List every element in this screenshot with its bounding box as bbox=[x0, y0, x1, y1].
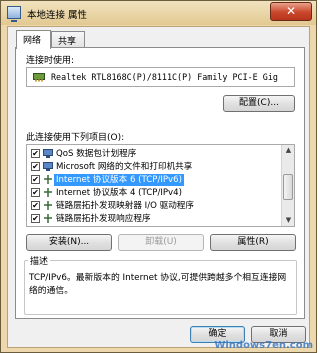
close-button[interactable]: ✕ bbox=[270, 2, 312, 21]
item-label: QoS 数据包计划程序 bbox=[56, 149, 137, 159]
properties-button[interactable]: 属性(R) bbox=[210, 234, 296, 251]
components-list[interactable]: ✔ QoS 数据包计划程序 ✔ Microsoft 网络的文件和打印机共享 ✔ … bbox=[26, 144, 295, 227]
network-connection-icon bbox=[7, 6, 21, 22]
properties-window: 本地连接 属性 ✕ 网络 共享 连接时使用: Realtek RTL8168C(… bbox=[0, 0, 317, 353]
scroll-down-arrow-icon[interactable]: ▼ bbox=[283, 215, 294, 226]
scroll-thumb[interactable] bbox=[283, 174, 293, 200]
configure-button[interactable]: 配置(C)... bbox=[223, 95, 295, 112]
item-label: 链路层拓扑发现响应程序 bbox=[56, 214, 151, 224]
adapter-name: Realtek RTL8168C(P)/8111C(P) Family PCI-… bbox=[51, 72, 278, 82]
protocol-icon bbox=[44, 201, 52, 210]
item-label: Internet 协议版本 6 (TCP/IPv6) bbox=[54, 174, 184, 186]
connect-using-label: 连接时使用: bbox=[26, 56, 75, 66]
description-text: TCP/IPv6。最新版本的 Internet 协议,可提供跨越多个相互连接网络… bbox=[29, 273, 287, 296]
list-item[interactable]: ✔ 链路层拓扑发现响应程序 bbox=[27, 213, 280, 225]
list-item[interactable]: ✔ 链路层拓扑发现映射器 I/O 驱动程序 bbox=[27, 200, 280, 212]
tab-sharing[interactable]: 共享 bbox=[51, 31, 85, 48]
checkbox[interactable]: ✔ bbox=[31, 214, 40, 223]
watermark: Windows7en.com bbox=[214, 340, 313, 351]
item-label: 链路层拓扑发现映射器 I/O 驱动程序 bbox=[56, 201, 194, 211]
window-title: 本地连接 属性 bbox=[27, 10, 88, 21]
list-item[interactable]: ✔ Internet 协议版本 4 (TCP/IPv4) bbox=[27, 187, 280, 199]
items-label: 此连接使用下列项目(O): bbox=[26, 133, 125, 143]
scroll-up-arrow-icon[interactable]: ▲ bbox=[283, 145, 294, 156]
checkbox[interactable]: ✔ bbox=[31, 188, 40, 197]
list-item[interactable]: ✔ QoS 数据包计划程序 bbox=[27, 148, 280, 160]
network-tab-panel: 连接时使用: Realtek RTL8168C(P)/8111C(P) Fami… bbox=[15, 47, 305, 319]
qos-icon bbox=[43, 149, 53, 158]
list-item-selected[interactable]: ✔ Internet 协议版本 6 (TCP/IPv6) bbox=[27, 174, 280, 186]
tab-network[interactable]: 网络 bbox=[16, 30, 51, 49]
title-bar[interactable]: 本地连接 属性 ✕ bbox=[1, 1, 316, 25]
description-group: 描述 TCP/IPv6。最新版本的 Internet 协议,可提供跨越多个相互连… bbox=[24, 254, 297, 315]
dialog-body: 网络 共享 连接时使用: Realtek RTL8168C(P)/8111C(P… bbox=[7, 26, 310, 348]
checkbox[interactable]: ✔ bbox=[31, 162, 40, 171]
list-scrollbar[interactable]: ▲ ▼ bbox=[281, 145, 294, 226]
item-label: Internet 协议版本 4 (TCP/IPv4) bbox=[56, 188, 182, 198]
install-button[interactable]: 安装(N)... bbox=[26, 234, 112, 251]
item-label: Microsoft 网络的文件和打印机共享 bbox=[56, 162, 193, 172]
uninstall-button[interactable]: 卸载(U) bbox=[118, 234, 204, 251]
network-adapter-icon bbox=[33, 73, 45, 82]
checkbox[interactable]: ✔ bbox=[31, 175, 40, 184]
protocol-icon bbox=[44, 188, 52, 197]
file-share-icon bbox=[43, 162, 53, 171]
protocol-icon bbox=[44, 175, 52, 184]
checkbox[interactable]: ✔ bbox=[31, 201, 40, 210]
checkbox[interactable]: ✔ bbox=[31, 149, 40, 158]
list-item[interactable]: ✔ Microsoft 网络的文件和打印机共享 bbox=[27, 161, 280, 173]
adapter-field: Realtek RTL8168C(P)/8111C(P) Family PCI-… bbox=[26, 67, 295, 87]
description-legend: 描述 bbox=[28, 254, 51, 267]
protocol-icon bbox=[44, 214, 52, 223]
